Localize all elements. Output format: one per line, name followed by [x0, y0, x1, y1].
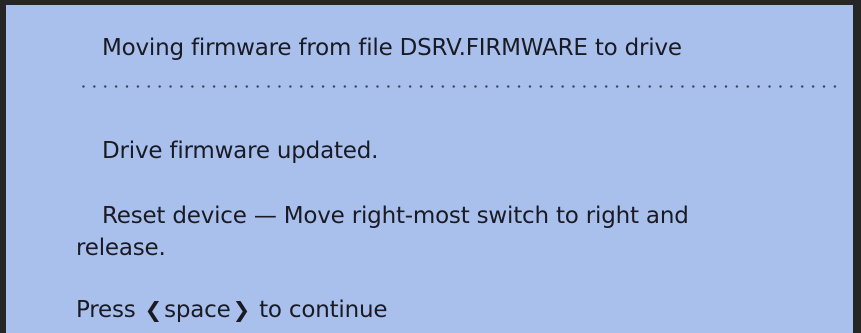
- space-key-label[interactable]: space: [164, 297, 231, 323]
- firmware-update-screen: Moving firmware from file DSRV.FIRMWARE …: [0, 0, 861, 333]
- dotted-separator: [78, 85, 840, 88]
- reset-instruction-line-1: Reset device — Move right-most switch to…: [102, 203, 689, 229]
- reset-instruction-line-2: release.: [76, 235, 166, 261]
- status-message: Drive firmware updated.: [102, 138, 379, 164]
- prompt-suffix: to continue: [259, 297, 388, 323]
- dialog-title: Moving firmware from file DSRV.FIRMWARE …: [102, 35, 682, 61]
- left-bracket-icon: ❮: [144, 298, 163, 322]
- continue-prompt[interactable]: Press ❮space❯ to continue: [76, 297, 388, 323]
- right-bracket-icon: ❯: [232, 298, 251, 322]
- prompt-prefix: Press: [76, 297, 136, 323]
